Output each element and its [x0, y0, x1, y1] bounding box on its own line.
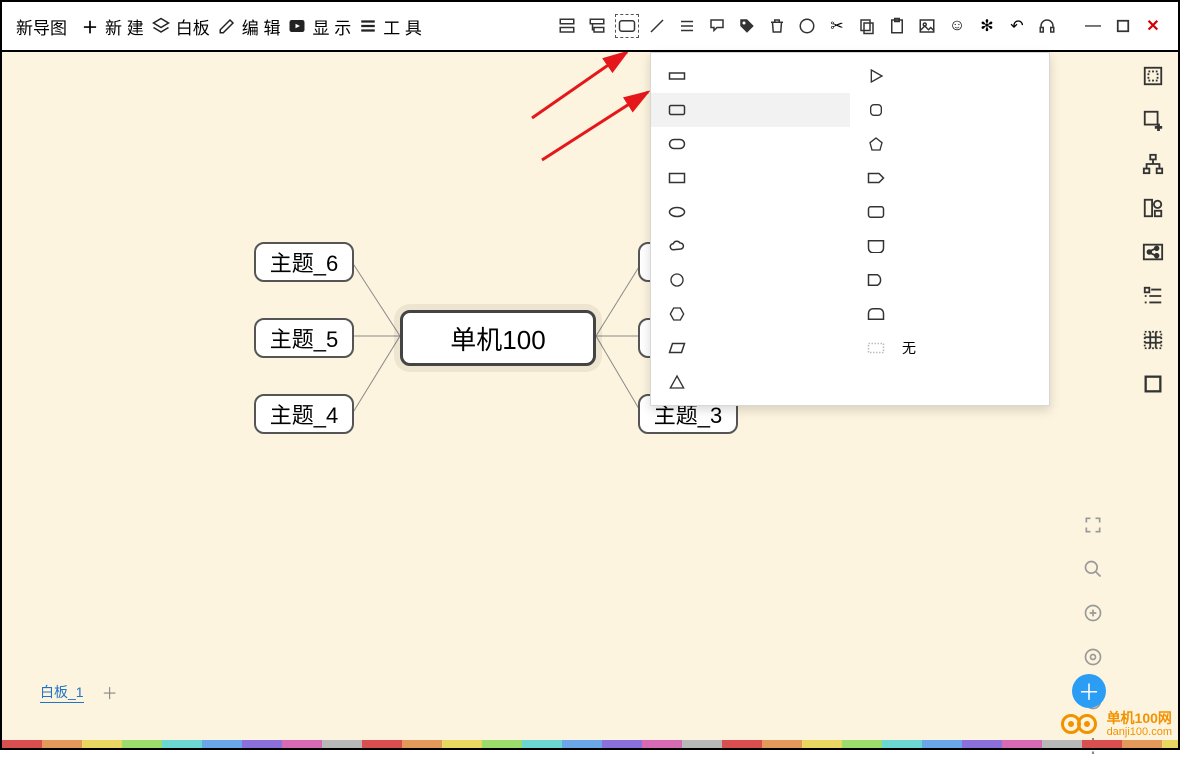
- shape-rounded-square[interactable]: [850, 93, 1049, 127]
- theme-icon[interactable]: [1139, 194, 1167, 222]
- menu-display[interactable]: 显 示: [286, 14, 351, 39]
- settings-icon[interactable]: ✻: [976, 15, 998, 37]
- shape-hexagon[interactable]: [651, 297, 850, 331]
- shape-pentagon[interactable]: [850, 127, 1049, 161]
- node-label: 主题_4: [270, 398, 338, 430]
- topic-add-icon[interactable]: [556, 15, 578, 37]
- window-max-icon[interactable]: [1112, 15, 1134, 37]
- shape-rounded-rect-2[interactable]: [850, 195, 1049, 229]
- add-panel-icon[interactable]: [1139, 106, 1167, 134]
- shape-ellipse[interactable]: [651, 195, 850, 229]
- board-tab[interactable]: 白板_1: [40, 682, 84, 703]
- search-icon[interactable]: [1080, 556, 1106, 582]
- outline-icon[interactable]: [1139, 282, 1167, 310]
- headset-icon[interactable]: [1036, 15, 1058, 37]
- shape-triangle[interactable]: [651, 365, 850, 399]
- watermark-line1: 单机100网: [1107, 711, 1172, 726]
- shape-circle[interactable]: [651, 263, 850, 297]
- cut-icon[interactable]: ✂: [826, 15, 848, 37]
- shape-pill[interactable]: [651, 127, 850, 161]
- board-tabs: 白板_1 ＋: [40, 680, 118, 704]
- add-board-button[interactable]: ＋: [102, 680, 118, 704]
- shape-col-1: [651, 53, 850, 405]
- shape-col-2: 无: [850, 53, 1049, 405]
- shape-top-rounded[interactable]: [850, 297, 1049, 331]
- zoom-in-icon[interactable]: [1080, 600, 1106, 626]
- shape-triangle-right[interactable]: [850, 59, 1049, 93]
- menu-icon: [357, 15, 379, 37]
- palette-icon[interactable]: [796, 15, 818, 37]
- shape-bottom-rounded[interactable]: [850, 229, 1049, 263]
- share-icon[interactable]: [1139, 238, 1167, 266]
- watermark-line2: danji100.com: [1107, 726, 1172, 738]
- shape-dropdown: 无: [650, 52, 1050, 406]
- play-icon: [286, 15, 308, 37]
- shape-rect-thin[interactable]: [651, 59, 850, 93]
- paste-icon[interactable]: [886, 15, 908, 37]
- shape-icon[interactable]: [616, 15, 638, 37]
- callout-icon[interactable]: [706, 15, 728, 37]
- shape-rounded-rect[interactable]: [651, 93, 850, 127]
- trash-icon[interactable]: [766, 15, 788, 37]
- square-icon[interactable]: [1139, 370, 1167, 398]
- fullscreen-icon[interactable]: [1080, 512, 1106, 538]
- menu-tools[interactable]: 工 具: [357, 14, 422, 39]
- structure-icon[interactable]: [1139, 150, 1167, 178]
- list-icon[interactable]: [676, 15, 698, 37]
- node-label: 主题_6: [270, 246, 338, 278]
- menu-label: 工 具: [383, 14, 422, 39]
- top-toolbar: 新导图 ＋ 新 建 白板 编 辑 显 示: [2, 2, 1178, 52]
- undo-icon[interactable]: ↶: [1006, 15, 1028, 37]
- menu-label: 白板: [176, 14, 210, 39]
- menu-new[interactable]: ＋ 新 建: [79, 14, 144, 39]
- connector-icon[interactable]: [646, 15, 668, 37]
- plus-icon: ＋: [79, 15, 101, 37]
- node-t6[interactable]: 主题_6: [254, 242, 354, 282]
- color-strip: [2, 740, 1178, 748]
- menu-edit[interactable]: 编 辑: [216, 14, 281, 39]
- node-label: 主题_5: [270, 322, 338, 354]
- menu-label: 编 辑: [242, 14, 281, 39]
- menu-board[interactable]: 白板: [150, 14, 210, 39]
- node-t4[interactable]: 主题_4: [254, 394, 354, 434]
- shape-none-label: 无: [902, 338, 916, 358]
- shape-rect[interactable]: [651, 161, 850, 195]
- menu-label: 新 建: [105, 14, 144, 39]
- watermark: 单机100网 danji100.com: [1061, 711, 1172, 738]
- copy-icon[interactable]: [856, 15, 878, 37]
- emoji-icon[interactable]: ☺: [946, 15, 968, 37]
- grid-icon[interactable]: [1139, 326, 1167, 354]
- watermark-logo-icon: [1061, 712, 1101, 736]
- shape-none[interactable]: 无: [850, 331, 1049, 365]
- menu-label: 显 示: [312, 14, 351, 39]
- shape-parallelogram[interactable]: [651, 331, 850, 365]
- subtopic-icon[interactable]: [586, 15, 608, 37]
- shape-tag-right[interactable]: [850, 161, 1049, 195]
- image-icon[interactable]: [916, 15, 938, 37]
- tag-icon[interactable]: [736, 15, 758, 37]
- edit-icon: [216, 15, 238, 37]
- menubar-left: 新导图 ＋ 新 建 白板 编 辑 显 示: [16, 14, 422, 39]
- node-t5[interactable]: 主题_5: [254, 318, 354, 358]
- app-title: 新导图: [16, 14, 67, 39]
- central-node[interactable]: 单机100: [400, 310, 596, 366]
- layers-icon: [150, 15, 172, 37]
- zoom-fit-icon[interactable]: [1080, 644, 1106, 670]
- shape-cloud[interactable]: [651, 229, 850, 263]
- layout-icon[interactable]: [1139, 62, 1167, 90]
- central-node-label: 单机100: [450, 320, 545, 357]
- right-toolbar: [1132, 62, 1174, 398]
- add-fab[interactable]: ＋: [1072, 674, 1106, 708]
- shape-d-shape[interactable]: [850, 263, 1049, 297]
- toolbar-right: ✂ ☺ ✻ ↶ — ✕: [556, 15, 1164, 37]
- window-close-icon[interactable]: ✕: [1142, 15, 1164, 37]
- window-min-icon[interactable]: —: [1082, 15, 1104, 37]
